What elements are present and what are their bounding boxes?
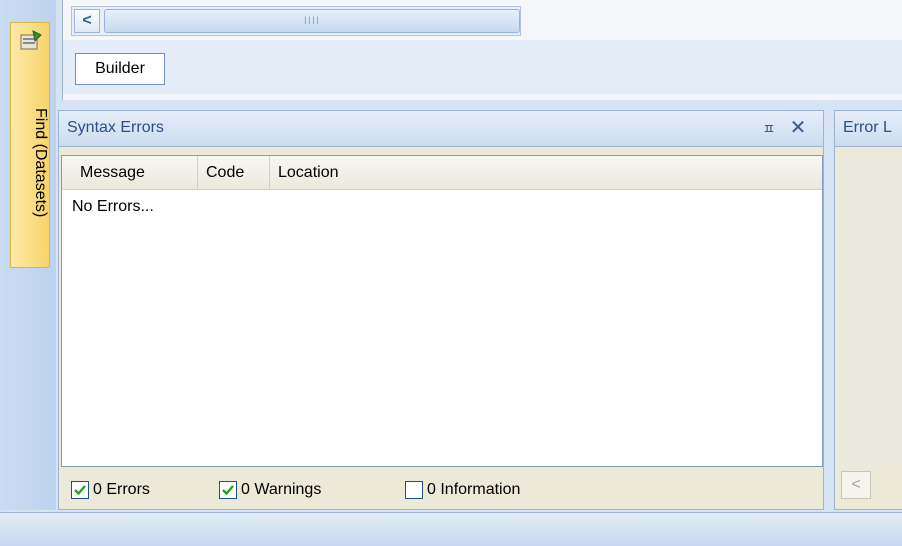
close-icon[interactable]: ✕: [787, 117, 809, 139]
empty-message: No Errors...: [72, 198, 154, 215]
column-header-message[interactable]: Message: [72, 156, 198, 190]
error-panel-scroll-left-button[interactable]: <: [841, 471, 871, 499]
errors-filter-label: 0 Errors: [93, 481, 150, 498]
error-panel-title-bar: Error L: [835, 111, 902, 147]
warnings-filter-checkbox[interactable]: 0 Warnings: [219, 481, 321, 499]
scroll-left-button[interactable]: <: [74, 9, 100, 33]
horizontal-scrollbar[interactable]: < IIII: [71, 6, 521, 36]
find-datasets-tab[interactable]: Find (Datasets): [10, 22, 50, 268]
left-autohide-strip: Find (Datasets): [0, 0, 56, 510]
check-icon: [222, 485, 234, 496]
panel-title-bar: Syntax Errors ㅍ ✕: [59, 111, 823, 147]
pin-icon[interactable]: ㅍ: [759, 119, 779, 139]
chevron-left-icon: <: [851, 476, 861, 493]
column-header-code[interactable]: Code: [198, 156, 270, 190]
status-bar: [0, 512, 902, 546]
grip-icon: IIII: [303, 15, 321, 27]
grid-header: Message Code Location: [62, 156, 822, 190]
syntax-errors-panel: Syntax Errors ㅍ ✕ Message Code Location …: [58, 110, 824, 510]
errors-grid: Message Code Location No Errors...: [61, 155, 823, 467]
checkbox-box[interactable]: [219, 481, 237, 499]
column-header-location[interactable]: Location: [270, 156, 818, 190]
checkbox-box[interactable]: [71, 481, 89, 499]
warnings-filter-label: 0 Warnings: [241, 481, 322, 498]
check-icon: [74, 485, 86, 496]
filter-bar: 0 Errors 0 Warnings 0 Information: [59, 471, 823, 509]
find-datasets-label: Find (Datasets): [32, 108, 49, 218]
find-datasets-icon: [20, 30, 42, 50]
chevron-left-icon: <: [82, 12, 92, 29]
error-list-panel: Error L <: [834, 110, 902, 510]
error-panel-body: [835, 155, 902, 467]
document-area: < IIII Builder: [62, 0, 902, 100]
tab-builder[interactable]: Builder: [75, 53, 165, 85]
information-filter-checkbox[interactable]: 0 Information: [405, 481, 520, 499]
information-filter-label: 0 Information: [427, 481, 521, 498]
error-panel-title: Error L: [843, 119, 892, 136]
panel-title: Syntax Errors: [67, 119, 164, 136]
builder-tab-strip: Builder: [63, 40, 902, 94]
scroll-thumb[interactable]: IIII: [104, 9, 520, 33]
errors-filter-checkbox[interactable]: 0 Errors: [71, 481, 150, 499]
checkbox-box[interactable]: [405, 481, 423, 499]
